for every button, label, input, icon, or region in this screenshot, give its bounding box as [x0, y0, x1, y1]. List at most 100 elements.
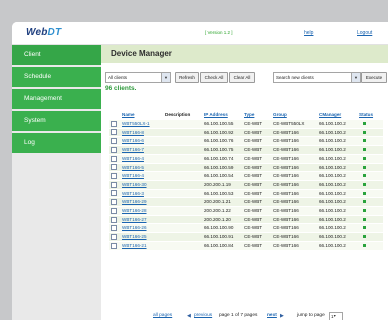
column-header-group[interactable]: Group: [273, 108, 319, 120]
row-checkbox[interactable]: [111, 129, 117, 136]
client-name-link[interactable]: WBT166-29: [122, 199, 147, 204]
cell-group: CE-WBT166: [273, 206, 319, 216]
check-all-button[interactable]: Check All: [200, 72, 228, 83]
client-count: 96 clients.: [105, 85, 137, 92]
client-name-link[interactable]: WBT166-21: [122, 243, 147, 248]
row-checkbox[interactable]: [111, 207, 117, 214]
row-checkbox[interactable]: [111, 120, 117, 127]
column-header-type[interactable]: Type: [244, 108, 273, 120]
row-checkbox[interactable]: [111, 173, 117, 179]
client-name-link[interactable]: WBT166-3: [122, 191, 144, 196]
table-row[interactable]: WBT166-25 66.100.100.91 CE-WBT CE-WBT166 66.…: [109, 232, 383, 242]
client-name-link[interactable]: WBT166-8: [122, 130, 144, 135]
table-row[interactable]: WBT166-3 66.100.100.53 CE-WBT CE-WBT166 66.1…: [109, 189, 383, 199]
client-name-link[interactable]: WBT166-4: [122, 173, 144, 178]
table-row[interactable]: WBT166-21 66.100.100.84 CE-WBT CE-WBT166 66.…: [109, 241, 383, 251]
cell-status: [359, 120, 383, 129]
sidebar-item-management[interactable]: Management: [12, 89, 101, 109]
cell-ip: 66.100.100.90: [204, 223, 244, 234]
logout-link[interactable]: Logout: [357, 30, 372, 36]
row-checkbox[interactable]: [111, 199, 117, 206]
cell-group: CE-WBT166: [273, 163, 319, 173]
status-online-icon: [363, 200, 366, 204]
status-online-icon: [363, 243, 366, 247]
refresh-button[interactable]: Refresh: [175, 72, 199, 83]
client-name-link[interactable]: WBT166-25: [122, 234, 147, 239]
cell-cmanager: 66.100.100.2: [319, 171, 359, 181]
row-checkbox[interactable]: [111, 146, 117, 153]
table-row[interactable]: WBT166-7 66.100.100.75 CE-WBT CE-WBT166 66.1…: [109, 145, 383, 155]
previous-link[interactable]: previous: [194, 313, 212, 318]
cell-type: CE-WBT: [244, 145, 273, 155]
row-checkbox[interactable]: [111, 216, 117, 223]
row-checkbox[interactable]: [111, 225, 117, 232]
sidebar-item-system[interactable]: System: [12, 111, 101, 131]
cell-description: [165, 215, 204, 225]
client-name-link[interactable]: WBT166-26: [122, 225, 147, 230]
column-header-name[interactable]: Name: [122, 108, 165, 120]
cell-type: CE-WBT: [244, 171, 273, 181]
table-row[interactable]: WBT166-27 200.200.1.20 CE-WBT CE-WBT166 66.1…: [109, 215, 383, 225]
sidebar-item-client[interactable]: Client: [12, 45, 101, 65]
table-row[interactable]: WBT550LX-1 66.100.100.55 CE-WBT CE-WBT550LX…: [109, 120, 383, 129]
client-name-link[interactable]: WBT550LX-1: [122, 121, 150, 126]
previous-arrow-icon[interactable]: ◀: [187, 313, 191, 319]
client-name-link[interactable]: WBT166-27: [122, 217, 147, 222]
status-online-icon: [363, 235, 366, 239]
cell-cmanager: 66.100.100.2: [319, 136, 359, 147]
table-row[interactable]: WBT166-30 200.200.1.19 CE-WBT CE-WBT166 66.1…: [109, 180, 383, 190]
table-row[interactable]: WBT166-5 66.100.100.59 CE-WBT CE-WBT166 66.1…: [109, 163, 383, 173]
client-name-link[interactable]: WBT166-4: [122, 156, 144, 161]
table-row[interactable]: WBT166-6 66.100.100.76 CE-WBT CE-WBT166 66.1…: [109, 136, 383, 147]
row-checkbox[interactable]: [111, 190, 117, 197]
cell-description: [165, 180, 204, 190]
clear-all-button[interactable]: Clear All: [229, 72, 255, 83]
cell-group: CE-WBT166: [273, 180, 319, 190]
column-header-ip[interactable]: IP Address: [204, 108, 244, 120]
row-checkbox[interactable]: [111, 155, 117, 162]
next-arrow-icon[interactable]: ▶: [280, 313, 284, 319]
table-row[interactable]: WBT166-4 66.100.100.74 CE-WBT CE-WBT166 66.1…: [109, 154, 383, 164]
table-row[interactable]: WBT166-8 66.100.100.92 CE-WBT CE-WBT166 66.1…: [109, 128, 383, 138]
cell-description: [165, 223, 204, 234]
row-checkbox-cell: [109, 206, 122, 216]
client-name-link[interactable]: WBT166-6: [122, 138, 144, 143]
table-row[interactable]: WBT166-26 66.100.100.90 CE-WBT CE-WBT166 66.…: [109, 223, 383, 234]
row-checkbox-cell: [109, 223, 122, 234]
clients-table: Name Description IP Address Type Group C…: [109, 108, 383, 251]
column-header-cmanager[interactable]: CManager: [319, 108, 359, 120]
column-header-status[interactable]: Status: [359, 108, 383, 120]
row-checkbox[interactable]: [111, 233, 117, 240]
client-filter-select[interactable]: All clients ▼: [105, 72, 171, 83]
cell-group: CE-WBT166: [273, 223, 319, 234]
cell-ip: 200.200.1.20: [204, 215, 244, 225]
sidebar-item-log[interactable]: Log: [12, 133, 101, 153]
client-name-link[interactable]: WBT166-30: [122, 182, 147, 187]
client-name-link[interactable]: WBT166-7: [122, 147, 144, 152]
row-checkbox[interactable]: [111, 242, 117, 249]
table-row[interactable]: WBT166-28 200.200.1.22 CE-WBT CE-WBT166 66.1…: [109, 206, 383, 216]
cell-name: WBT166-28: [122, 206, 165, 216]
client-name-link[interactable]: WBT166-28: [122, 208, 147, 213]
row-checkbox-cell: [109, 197, 122, 208]
client-name-link[interactable]: WBT166-5: [122, 165, 144, 170]
help-link[interactable]: help: [304, 30, 313, 36]
status-online-icon: [363, 226, 366, 230]
all-pages-link[interactable]: all pages: [153, 313, 172, 318]
row-checkbox[interactable]: [111, 181, 117, 188]
sidebar-item-schedule[interactable]: Schedule: [12, 67, 101, 87]
table-row[interactable]: WBT166-4 66.100.100.54 CE-WBT CE-WBT166 66.1…: [109, 171, 383, 181]
row-checkbox[interactable]: [111, 164, 117, 171]
search-clients-select[interactable]: Search new clients ▼: [273, 72, 361, 83]
page-select[interactable]: 1 ▼: [329, 312, 343, 320]
cell-status: [359, 180, 383, 190]
row-checkbox-cell: [109, 232, 122, 242]
table-row[interactable]: WBT166-29 200.200.1.21 CE-WBT CE-WBT166 66.1…: [109, 197, 383, 208]
execute-button[interactable]: Execute: [361, 72, 387, 83]
cell-name: WBT166-7: [122, 145, 165, 155]
row-checkbox-cell: [109, 120, 122, 129]
row-checkbox[interactable]: [111, 138, 117, 145]
cell-ip: 66.100.100.54: [204, 171, 244, 181]
next-link[interactable]: next: [267, 313, 277, 318]
cell-group: CE-WBT166: [273, 154, 319, 164]
